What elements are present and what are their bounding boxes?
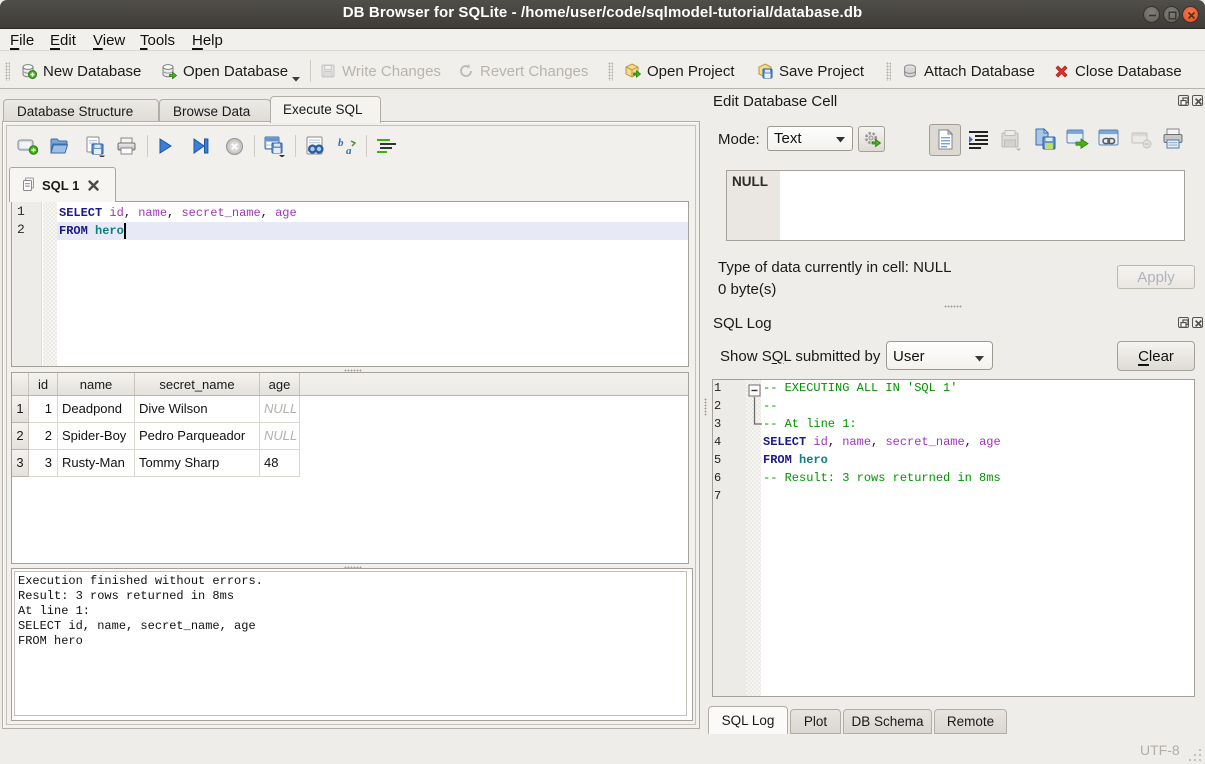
- svg-text:b: b: [338, 137, 344, 149]
- svg-text:a: a: [346, 145, 352, 156]
